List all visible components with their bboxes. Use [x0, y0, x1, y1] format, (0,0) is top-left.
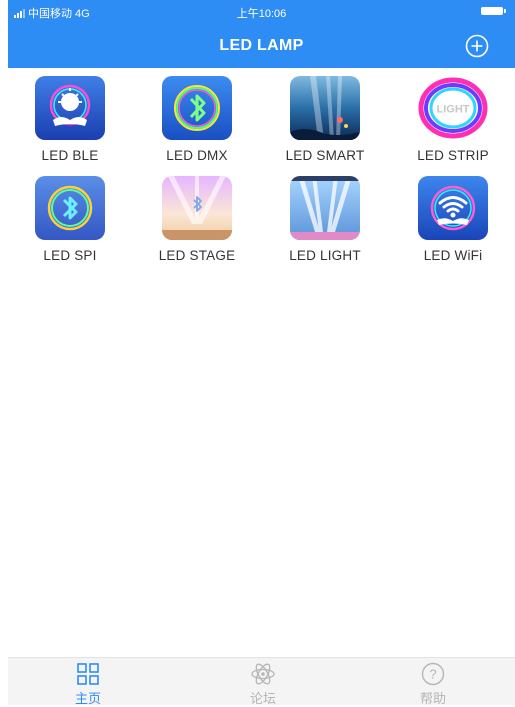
title-bar: LED LAMP	[8, 30, 515, 62]
led-spi-icon	[35, 176, 105, 240]
strip-icon-text: LIGHT	[437, 104, 470, 116]
tab-help[interactable]: ? 帮助	[373, 662, 493, 706]
app-label: LED LIGHT	[289, 248, 361, 263]
led-stage-icon	[162, 176, 232, 240]
grid-icon	[77, 663, 99, 685]
status-time: 上午10:06	[236, 8, 287, 20]
led-smart-icon	[290, 76, 360, 140]
app-label: LED BLE	[41, 148, 99, 163]
tab-label: 论坛	[249, 691, 276, 706]
tab-home[interactable]: 主页	[28, 662, 148, 706]
app-label: LED STAGE	[158, 248, 236, 263]
app-tile-led-ble[interactable]: LED BLE	[11, 72, 129, 168]
battery-icon	[481, 7, 506, 15]
tab-bar: 主页 论坛 ? 帮助	[8, 657, 515, 706]
tab-label: 主页	[74, 691, 101, 706]
plus-circle-icon	[465, 34, 489, 58]
led-wifi-icon	[418, 176, 488, 240]
tab-forum[interactable]: 论坛	[203, 662, 323, 706]
led-dmx-icon	[162, 76, 232, 140]
led-light-icon	[290, 176, 360, 240]
led-ble-icon	[35, 76, 105, 140]
status-bar: 中国移动 4G 上午10:06	[8, 0, 515, 22]
app-tile-led-smart[interactable]: LED SMART	[266, 72, 384, 168]
app-header: 中国移动 4G 上午10:06 LED LAMP	[8, 0, 515, 68]
app-tile-led-stage[interactable]: LED STAGE	[138, 172, 256, 268]
app-tile-led-wifi[interactable]: LED WiFi	[394, 172, 512, 268]
app-tile-led-dmx[interactable]: LED DMX	[138, 72, 256, 168]
app-label: LED SMART	[285, 148, 365, 163]
app-label: LED DMX	[166, 148, 228, 163]
svg-text:?: ?	[429, 667, 436, 682]
app-tile-led-light[interactable]: LED LIGHT	[266, 172, 384, 268]
question-icon: ?	[421, 662, 445, 686]
app-tile-led-strip[interactable]: LIGHT LED STRIP	[394, 72, 512, 168]
add-button[interactable]	[465, 34, 489, 58]
app-label: LED WiFi	[423, 248, 483, 263]
app-label: LED STRIP	[417, 148, 489, 163]
page-title: LED LAMP	[219, 37, 304, 54]
tab-label: 帮助	[419, 691, 446, 706]
atom-icon	[251, 663, 275, 685]
led-strip-icon: LIGHT	[418, 76, 488, 140]
app-tile-led-spi[interactable]: LED SPI	[11, 172, 129, 268]
app-label: LED SPI	[43, 248, 97, 263]
